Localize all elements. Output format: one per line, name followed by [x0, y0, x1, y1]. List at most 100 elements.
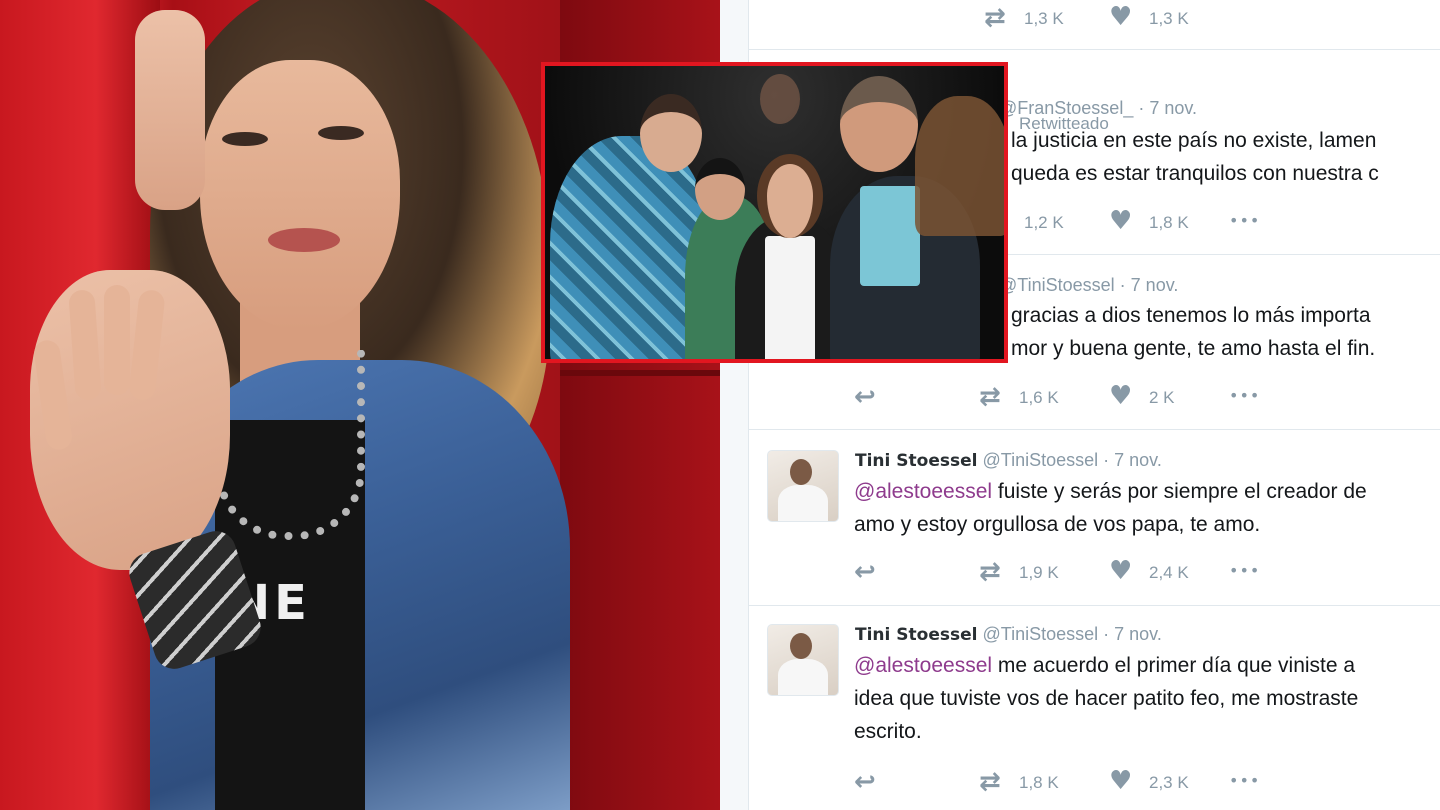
tweet-actions: 1,9 K 2,4 K	[854, 556, 1294, 588]
tweet-text-line: me acuerdo el primer día que viniste a	[992, 654, 1356, 677]
tweet-text-line: queda es estar tranquilos con nuestra c	[1011, 162, 1379, 185]
person-head	[640, 94, 702, 172]
white-blouse	[765, 236, 815, 359]
tweet-text: @alestoeessel fuiste y serás por siempre…	[854, 475, 1367, 541]
retweet-action[interactable]: 1,9 K	[979, 557, 1059, 588]
upper-hand	[135, 10, 205, 210]
tweet-handle[interactable]: @TiniStoessel	[999, 275, 1115, 295]
tweet-text-line: amo y estoy orgullosa de vos papa, te am…	[854, 513, 1261, 536]
tweet-actions: 1,8 K 2,3 K	[854, 766, 1294, 798]
person-head	[695, 158, 745, 220]
tweet-date[interactable]: · 7 nov.	[1103, 624, 1162, 644]
avatar-body	[778, 485, 828, 521]
person-head	[840, 76, 918, 172]
retweet-icon	[979, 767, 1005, 797]
like-count: 2 K	[1149, 388, 1175, 407]
tweet-actions: 1,6 K 2 K	[854, 381, 1294, 413]
heart-icon	[1109, 206, 1135, 236]
reply-action[interactable]	[854, 767, 880, 798]
retweet-icon	[984, 3, 1010, 33]
light-blue-shirt	[860, 186, 920, 286]
reply-icon	[854, 767, 880, 797]
tweet-text-line: escrito.	[854, 720, 922, 743]
tweet-cutoff: 1,3 K 1,3 K	[749, 0, 1440, 50]
reply-icon	[854, 382, 880, 412]
heart-icon	[1109, 381, 1135, 411]
heart-icon	[1109, 766, 1135, 796]
reply-action[interactable]	[854, 382, 880, 413]
heart-icon	[1109, 2, 1135, 32]
like-action[interactable]: 1,3 K	[1109, 2, 1189, 34]
tweet[interactable]: Tini Stoessel @TiniStoessel · 7 nov. @al…	[749, 430, 1440, 606]
person-head	[757, 154, 823, 238]
tweet-handle[interactable]: @FranStoessel_	[999, 98, 1133, 118]
more-icon	[1229, 211, 1260, 233]
finger	[104, 285, 130, 395]
more-action[interactable]	[1229, 558, 1260, 588]
retweet-count: 1,9 K	[1019, 563, 1059, 582]
tweet-text-line: mor y buena gente, te amo hasta el fin.	[1011, 337, 1376, 360]
tweet-header: Tini Stoessel @TiniStoessel · 7 nov.	[855, 450, 1162, 471]
tweet-actions: 1,3 K 1,3 K	[854, 2, 1294, 34]
more-action[interactable]	[1229, 383, 1260, 413]
lips	[268, 228, 340, 252]
tweet-header: Tini Stoessel @TiniStoessel · 7 nov.	[855, 624, 1162, 645]
family-photo-inset	[541, 62, 1008, 363]
more-icon	[1229, 771, 1260, 793]
more-icon	[1229, 561, 1260, 583]
tweet-date[interactable]: · 7 nov.	[1103, 450, 1162, 470]
like-count: 1,8 K	[1149, 213, 1189, 232]
tweet-header: @FranStoessel_ · 7 nov.	[999, 98, 1197, 119]
avatar[interactable]	[767, 450, 839, 522]
avatar-head	[790, 633, 812, 659]
tweet-text: @alestoeessel me acuerdo el primer día q…	[854, 649, 1358, 748]
retweet-count: 1,6 K	[1019, 388, 1059, 407]
avatar[interactable]	[767, 624, 839, 696]
more-icon	[1229, 386, 1260, 408]
retweet-action[interactable]: 1,8 K	[979, 767, 1059, 798]
mention-link[interactable]: @alestoeessel	[854, 480, 992, 503]
tweet-text: la justicia en este país no existe, lame…	[1011, 124, 1379, 190]
tweet[interactable]: Tini Stoessel @TiniStoessel · 7 nov. @al…	[749, 606, 1440, 810]
retweet-count: 1,2 K	[1024, 213, 1064, 232]
like-action[interactable]: 1,8 K	[1109, 206, 1189, 238]
tweet-text-line: gracias a dios tenemos lo más importa	[1011, 304, 1371, 327]
tweet-text-line: idea que tuviste vos de hacer patito feo…	[854, 687, 1359, 710]
retweet-icon	[979, 382, 1005, 412]
retweet-action[interactable]: 1,6 K	[979, 382, 1059, 413]
tweet-text-line: fuiste y serás por siempre el creador de	[992, 480, 1367, 503]
necklace	[215, 350, 365, 540]
tweet-date[interactable]: · 7 nov.	[1138, 98, 1197, 118]
like-count: 1,3 K	[1149, 9, 1189, 28]
background-person-head	[760, 74, 800, 124]
mention-link[interactable]: @alestoeessel	[854, 654, 992, 677]
retweet-action[interactable]: 1,2 K	[1024, 208, 1064, 238]
heart-icon	[1109, 556, 1135, 586]
background-person	[915, 96, 1004, 236]
tweet-header: @TiniStoessel · 7 nov.	[999, 275, 1178, 296]
reply-action[interactable]	[854, 557, 880, 588]
like-action[interactable]: 2 K	[1109, 381, 1175, 413]
right-eye	[318, 126, 364, 140]
tweet-text-line: la justicia en este país no existe, lame…	[1011, 129, 1377, 152]
retweet-count: 1,3 K	[1024, 9, 1064, 28]
more-action[interactable]	[1229, 208, 1260, 238]
tweet-author-name[interactable]: Tini Stoessel	[855, 625, 977, 645]
like-action[interactable]: 2,3 K	[1109, 766, 1189, 798]
avatar-body	[778, 659, 828, 695]
tweet-handle[interactable]: @TiniStoessel	[982, 624, 1098, 644]
avatar-head	[790, 459, 812, 485]
more-action[interactable]	[1229, 768, 1260, 798]
like-count: 2,4 K	[1149, 563, 1189, 582]
tweet-text: gracias a dios tenemos lo más importa mo…	[1011, 299, 1375, 365]
tweet-author-name[interactable]: Tini Stoessel	[855, 451, 977, 471]
retweet-action[interactable]: 1,3 K	[984, 3, 1064, 34]
retweet-icon	[979, 557, 1005, 587]
tweet-date[interactable]: · 7 nov.	[1120, 275, 1179, 295]
red-door-lower-panel	[560, 370, 720, 810]
like-count: 2,3 K	[1149, 773, 1189, 792]
tweet-handle[interactable]: @TiniStoessel	[982, 450, 1098, 470]
like-action[interactable]: 2,4 K	[1109, 556, 1189, 588]
face	[200, 60, 400, 330]
reply-icon	[854, 557, 880, 587]
